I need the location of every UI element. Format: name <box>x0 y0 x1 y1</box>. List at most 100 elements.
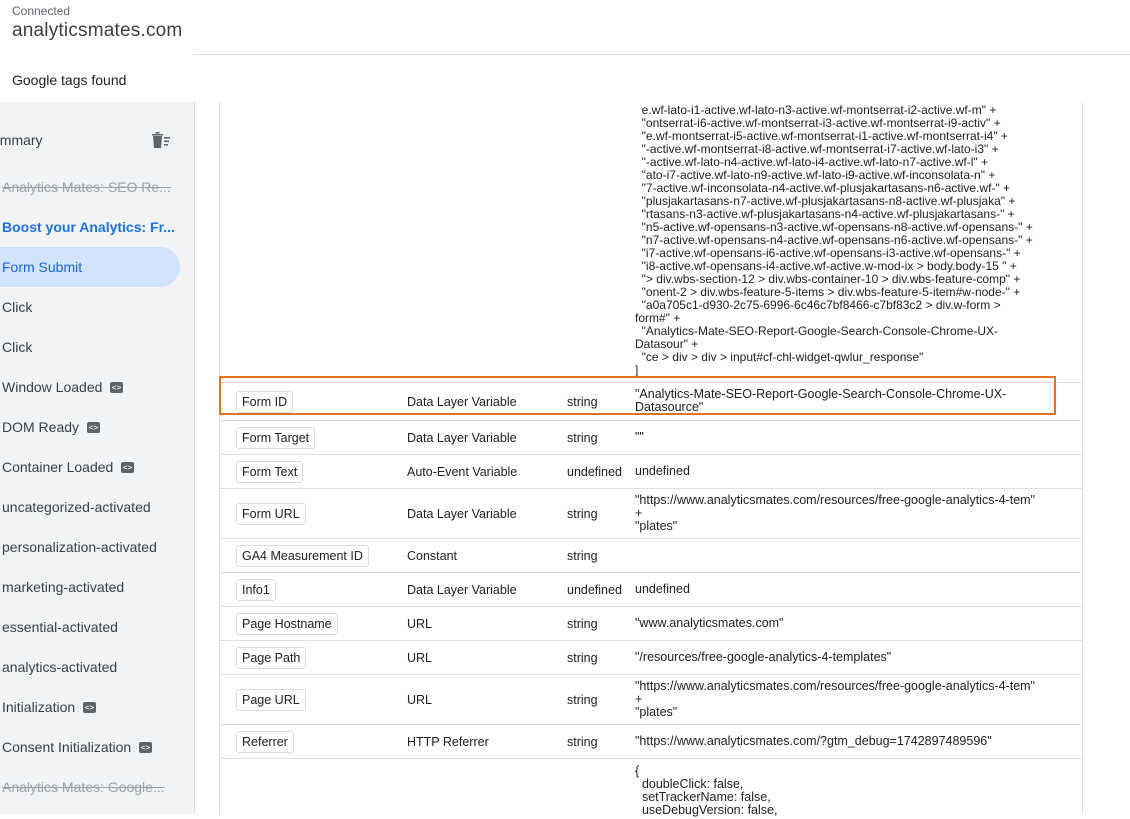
variable-name-chip[interactable]: GA4 Measurement ID <box>236 545 369 567</box>
variable-value: undefined <box>635 582 690 596</box>
return-type: string <box>567 617 598 631</box>
table-row: Form URL Data Layer Variable string "https:… <box>220 488 1082 539</box>
previous-row-value: e.wf-lato-i1-active.wf-lato-n3-active.wf… <box>635 103 1033 377</box>
return-type: string <box>567 549 598 563</box>
variable-value: "www.analyticsmates.com" <box>635 616 784 630</box>
variable-type: Constant <box>407 549 458 563</box>
return-type: string <box>567 693 598 707</box>
header-divider <box>194 54 1130 55</box>
table-row: Page Hostname URL string "www.analyticsmate… <box>220 606 1082 641</box>
variable-type: URL <box>407 693 433 707</box>
google-tags-found-tab[interactable]: Google tags found <box>0 55 194 102</box>
sidebar-event-label: Click <box>2 299 33 315</box>
variable-type: URL <box>407 651 433 665</box>
google-tags-found-label: Google tags found <box>12 72 127 88</box>
sidebar-event-label: uncategorized-activated <box>2 499 151 515</box>
variable-value: undefined <box>635 464 690 478</box>
sidebar-event-item[interactable]: DOM Ready <> <box>0 407 180 447</box>
variable-name-chip[interactable]: Page URL <box>236 689 306 711</box>
return-type: string <box>567 431 598 445</box>
variable-value: "/resources/free-google-analytics-4-temp… <box>635 650 892 664</box>
sidebar-event-label: Analytics Mates: SEO Re... <box>2 179 171 195</box>
variable-name-chip[interactable]: Referrer <box>236 731 294 753</box>
variable-value: "Analytics-Mate-SEO-Report-Google-Search… <box>635 387 1007 414</box>
summary-label: ummary <box>0 132 43 148</box>
variable-type: Data Layer Variable <box>407 395 517 409</box>
variable-type: HTTP Referrer <box>407 735 489 749</box>
variable-value: "https://www.analyticsmates.com/?gtm_deb… <box>635 734 992 748</box>
sidebar-event-label: Container Loaded <box>2 459 114 475</box>
table-row: Form Text Auto-Event Variable undefined und… <box>220 454 1082 489</box>
code-icon: <> <box>121 462 134 473</box>
sidebar-event-item[interactable]: personalization-activated <box>0 527 180 567</box>
variables-table: e.wf-lato-i1-active.wf-lato-n3-active.wf… <box>219 102 1083 817</box>
sidebar-event-label: essential-activated <box>2 619 118 635</box>
variable-value: "https://www.analyticsmates.com/resource… <box>635 679 1035 719</box>
summary-row[interactable]: ummary <box>0 126 194 156</box>
variable-name-chip[interactable]: Form Target <box>236 427 316 449</box>
table-row: Referrer HTTP Referrer string "https://www.… <box>220 724 1082 759</box>
variable-name-chip[interactable]: Form URL <box>236 503 306 525</box>
sidebar-event-item[interactable]: Boost your Analytics: Fr... <box>0 207 180 247</box>
sidebar-event-item[interactable]: marketing-activated <box>0 567 180 607</box>
sidebar-event-item[interactable]: Window Loaded <> <box>0 367 180 407</box>
variable-name-chip[interactable]: Info1 <box>236 579 276 601</box>
sidebar-event-label: marketing-activated <box>2 579 125 595</box>
sidebar-event-item[interactable]: Analytics Mates: Google... <box>0 767 180 807</box>
sidebar-event-label: Click <box>2 339 33 355</box>
variable-value: "" <box>635 430 644 444</box>
sidebar-event-item[interactable]: essential-activated <box>0 607 180 647</box>
sidebar-event-item[interactable]: Form Submit <box>0 247 180 287</box>
return-type: string <box>567 735 598 749</box>
variable-type: Data Layer Variable <box>407 507 517 521</box>
sidebar-event-item[interactable]: Click <box>0 327 180 367</box>
connected-domain: analyticsmates.com <box>12 20 183 41</box>
return-type: string <box>567 507 598 521</box>
sidebar-event-label: personalization-activated <box>2 539 157 555</box>
code-icon: <> <box>83 702 96 713</box>
variable-name-chip[interactable]: Page Hostname <box>236 613 338 635</box>
variable-type: Auto-Event Variable <box>407 465 518 479</box>
sidebar-event-label: Analytics Mates: Google... <box>2 779 165 795</box>
return-type: string <box>567 395 598 409</box>
sidebar-event-label: Window Loaded <box>2 379 103 395</box>
variable-type: Data Layer Variable <box>407 583 517 597</box>
sidebar-event-label: Boost your Analytics: Fr... <box>2 219 175 235</box>
sidebar-event-item[interactable]: Container Loaded <> <box>0 447 180 487</box>
table-row: Form ID Data Layer Variable string "Analyti… <box>220 382 1082 421</box>
connection-status: Connected <box>12 4 71 18</box>
sidebar-event-label: analytics-activated <box>2 659 118 675</box>
sidebar-event-label: DOM Ready <box>2 419 80 435</box>
table-row: GA4 Measurement ID Constant string <box>220 538 1082 573</box>
code-icon: <> <box>87 422 100 433</box>
return-type: undefined <box>567 583 622 597</box>
sidebar-event-label: Consent Initialization <box>2 739 132 755</box>
sidebar-event-item[interactable]: uncategorized-activated <box>0 487 180 527</box>
variable-name-chip[interactable]: Page Path <box>236 647 307 669</box>
object-value: { doubleClick: false, setTrackerName: fa… <box>635 764 778 817</box>
table-row: Page URL URL string "https://www.analyticsm… <box>220 674 1082 725</box>
table-row: Info1 Data Layer Variable undefined undefin… <box>220 572 1082 607</box>
sidebar-event-item[interactable]: Initialization <> <box>0 687 180 727</box>
sidebar-event-item[interactable]: Consent Initialization <> <box>0 727 180 767</box>
header: Connected analyticsmates.com <box>0 0 194 55</box>
return-type: string <box>567 651 598 665</box>
variable-name-chip[interactable]: Form ID <box>236 391 294 413</box>
table-row: Page Path URL string "/resources/free-googl… <box>220 640 1082 675</box>
sidebar-event-label: Form Submit <box>2 259 83 275</box>
variable-name-chip[interactable]: Form Text <box>236 461 304 483</box>
return-type: undefined <box>567 465 622 479</box>
variable-type: URL <box>407 617 433 631</box>
code-icon: <> <box>110 382 123 393</box>
table-row: Form Target Data Layer Variable string "" <box>220 420 1082 455</box>
sidebar-event-label: Initialization <box>2 699 76 715</box>
variable-value: "https://www.analyticsmates.com/resource… <box>635 493 1035 533</box>
table-row: { doubleClick: false, setTrackerName: fa… <box>220 758 1082 819</box>
event-sidebar: ummary Analytics Mates: SEO Re... Boost y… <box>0 102 195 814</box>
code-icon: <> <box>139 742 152 753</box>
sidebar-event-item[interactable]: analytics-activated <box>0 647 180 687</box>
delete-sweep-icon[interactable] <box>149 128 173 152</box>
variable-type: Data Layer Variable <box>407 431 517 445</box>
sidebar-event-item[interactable]: Analytics Mates: SEO Re... <box>0 167 180 207</box>
sidebar-event-item[interactable]: Click <box>0 287 180 327</box>
